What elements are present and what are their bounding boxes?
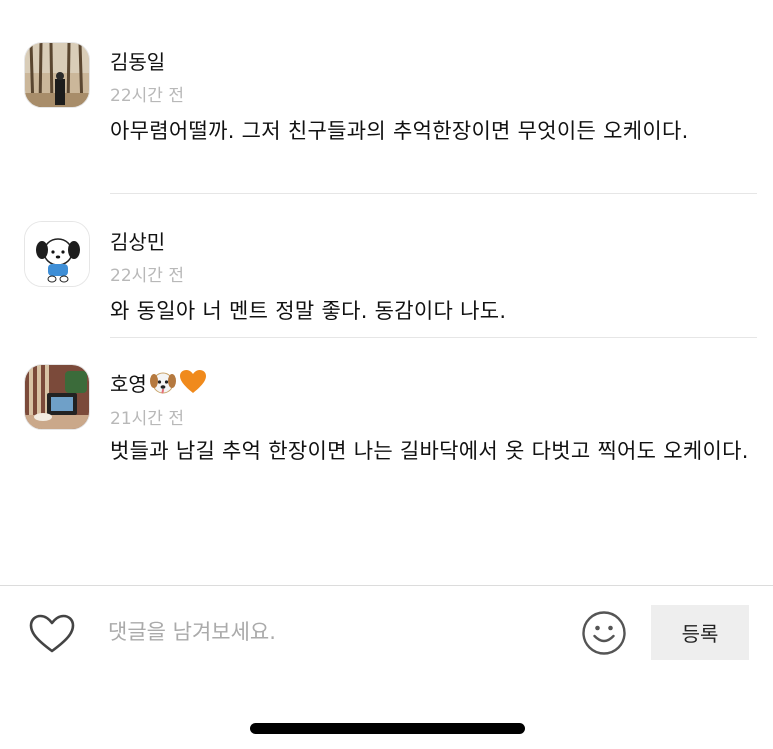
- comment-input[interactable]: [108, 612, 558, 652]
- comment-timestamp: 22시간 전: [110, 266, 184, 286]
- composer-divider: [0, 585, 773, 586]
- comment-timestamp: 22시간 전: [110, 86, 184, 106]
- dog-face-emoji: [149, 369, 177, 400]
- divider: [110, 337, 757, 338]
- comment-text: 벗들과 남길 추억 한장이면 나는 길바닥에서 옷 다벗고 찍어도 오케이다.: [110, 439, 749, 463]
- comment-author[interactable]: 김상민: [110, 226, 165, 255]
- heart-outline-icon[interactable]: [29, 614, 75, 654]
- orange-heart-emoji: [179, 369, 207, 400]
- submit-button[interactable]: 등록: [651, 605, 749, 660]
- comment-text: 아무렴어떨까. 그저 친구들과의 추억한장이면 무엇이든 오케이다.: [110, 119, 689, 143]
- comment-timestamp: 21시간 전: [110, 409, 184, 429]
- smiley-icon[interactable]: [581, 610, 627, 656]
- comment-author-name: 호영: [110, 372, 147, 396]
- comment-author[interactable]: 호영: [110, 368, 207, 400]
- comment-author[interactable]: 김동일: [110, 46, 165, 75]
- avatar[interactable]: [24, 364, 90, 430]
- comment-text: 와 동일아 너 멘트 정말 좋다. 동감이다 나도.: [110, 299, 507, 323]
- home-indicator[interactable]: [250, 723, 525, 734]
- divider: [110, 193, 757, 194]
- avatar[interactable]: [24, 42, 90, 108]
- avatar[interactable]: [24, 221, 90, 287]
